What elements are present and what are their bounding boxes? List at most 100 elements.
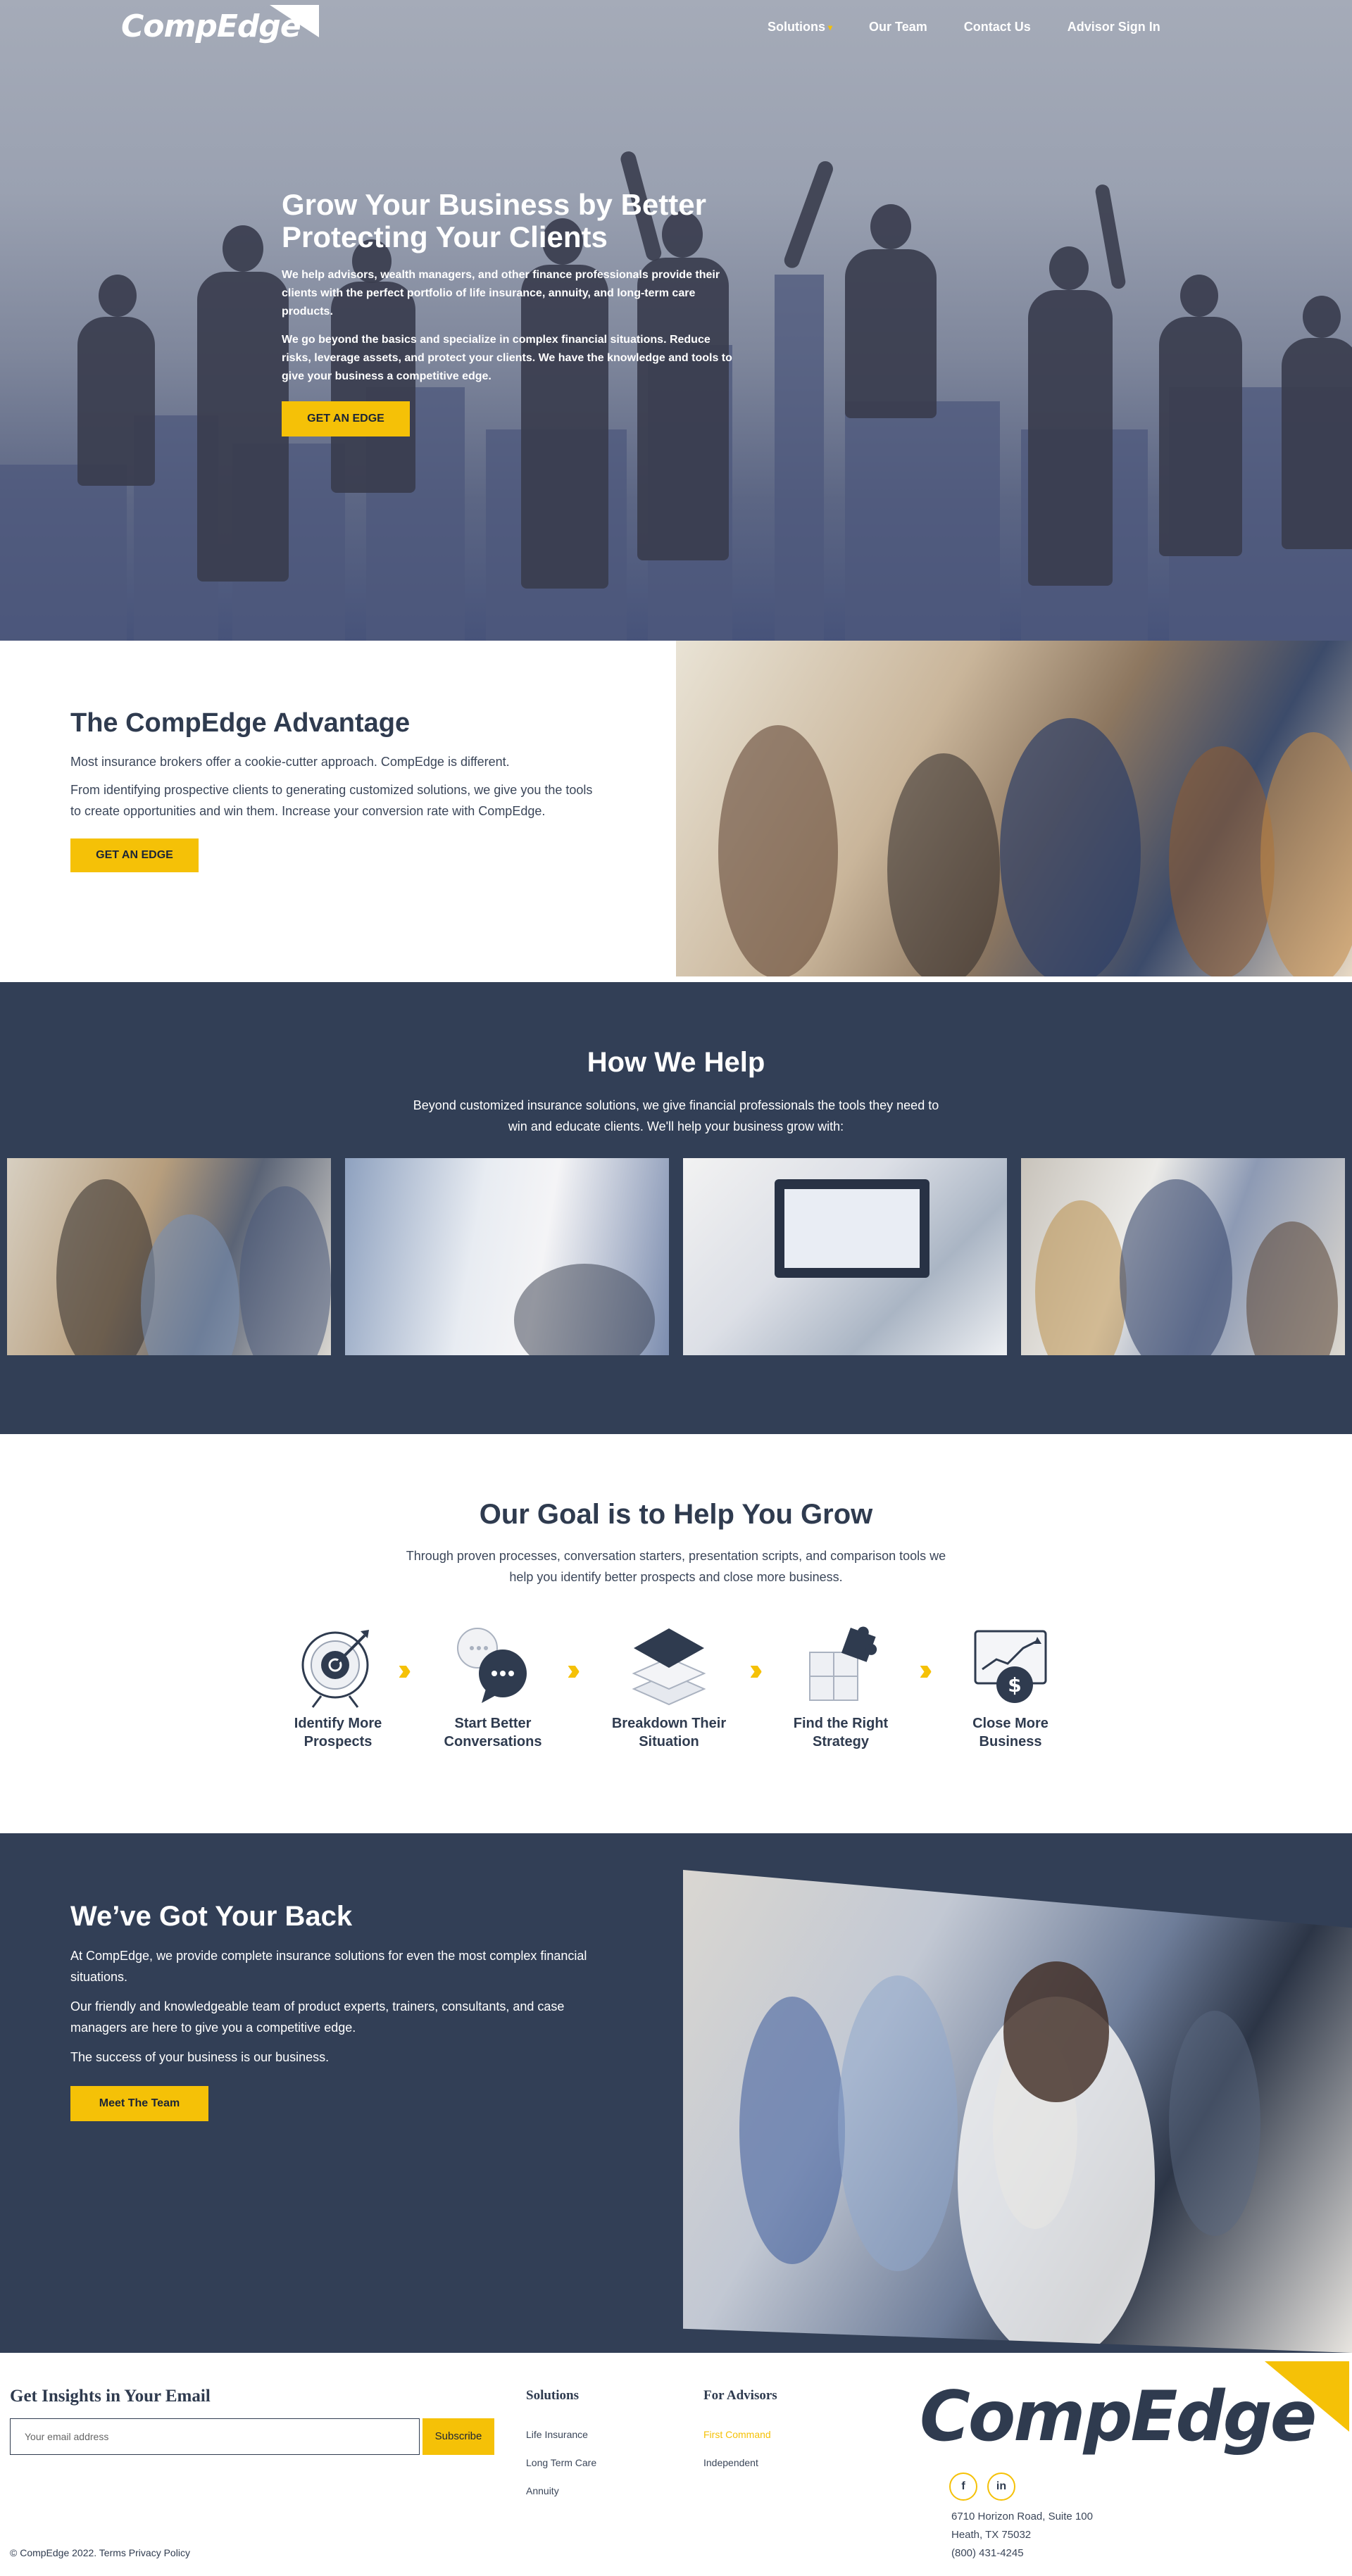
person-silhouette (870, 204, 911, 249)
phone-number[interactable]: (800) 431-4245 (951, 2547, 1024, 2559)
goal-subtitle: Through proven processes, conversation s… (406, 1549, 946, 1584)
chat-bubbles-icon (457, 1628, 527, 1703)
footer-link-annuity[interactable]: Annuity (526, 2485, 559, 2496)
team-meeting-photo (7, 1158, 331, 1355)
photo-figure (239, 1186, 331, 1355)
step-label: Identify More Prospects (294, 1716, 382, 1749)
photo-figure (739, 1997, 845, 2264)
photo-figure (838, 1975, 958, 2271)
step-strategy: Find the Right Strategy (770, 1624, 911, 1751)
step-close: $ Close More Business (940, 1624, 1081, 1751)
got-your-back-title: We’ve Got Your Back (70, 1901, 353, 1932)
footer-logo-wordmark: CompEdge (920, 2377, 1317, 2457)
email-field[interactable] (10, 2418, 420, 2455)
address-line-1: 6710 Horizon Road, Suite 100 (951, 2511, 1093, 2522)
facebook-icon[interactable]: f (949, 2473, 977, 2501)
site-footer: Get Insights in Your Email Subscribe © C… (0, 2353, 1352, 2576)
step-label: Breakdown Their Situation (611, 1716, 727, 1749)
goal-section: Our Goal is to Help You Grow Through pro… (0, 1434, 1352, 1833)
celebrating-office-photo (683, 1870, 1352, 2353)
how-we-help-section: How We Help Beyond customized insurance … (0, 982, 1352, 1434)
photo-figure (887, 753, 1000, 976)
photo-figure (141, 1214, 239, 1355)
logo-swoosh-icon (269, 4, 319, 37)
meet-the-team-button[interactable]: Meet The Team (70, 2086, 208, 2121)
nav-links: Solutions ▾ Our Team Contact Us Advisor … (768, 20, 1160, 34)
svg-text:$: $ (1008, 1673, 1021, 1697)
how-we-help-subtitle: Beyond customized insurance solutions, w… (413, 1098, 939, 1133)
get-an-edge-button[interactable]: GET AN EDGE (70, 838, 199, 872)
footer-logo[interactable]: CompEdge (920, 2361, 1349, 2460)
footer-link-first-command[interactable]: First Command (703, 2429, 771, 2440)
photo-figure (1169, 746, 1275, 976)
subscribe-button[interactable]: Subscribe (423, 2418, 494, 2455)
dollar-chart-icon: $ (974, 1630, 1047, 1703)
chevrons-right-icon: ›› (398, 1652, 412, 1687)
footer-solutions-title: Solutions (526, 2388, 579, 2403)
celebrating-team-photo (676, 641, 1352, 976)
footer-link-long-term-care[interactable]: Long Term Care (526, 2457, 596, 2468)
advantage-text: The CompEdge Advantage Most insurance br… (70, 708, 606, 872)
got-your-back-paragraph: The success of your business is our busi… (70, 2050, 330, 2064)
person-silhouette (1159, 317, 1242, 556)
newsletter-title: Get Insights in Your Email (10, 2387, 211, 2406)
skyline-building (845, 401, 1000, 641)
photo-figure (1035, 1200, 1127, 1355)
target-icon (301, 1630, 369, 1708)
site-logo[interactable]: CompEdge (121, 4, 319, 44)
person-silhouette (77, 317, 155, 486)
photo-figure (1120, 1179, 1232, 1355)
nav-solutions[interactable]: Solutions ▾ (768, 20, 832, 34)
person-silhouette (845, 249, 937, 418)
photo-figure (1169, 2011, 1260, 2236)
chevron-down-icon: ▾ (828, 22, 833, 32)
step-label: Start Better Conversations (444, 1716, 542, 1749)
person-silhouette (197, 272, 289, 582)
person-silhouette (223, 225, 263, 272)
address-line-2: Heath, TX 75032 (951, 2529, 1032, 2541)
person-silhouette (1303, 296, 1341, 338)
page: CompEdge Solutions ▾ Our Team Contact Us… (0, 0, 1352, 2576)
person-silhouette (99, 275, 137, 317)
got-your-back-text: We’ve Got Your Back At CompEdge, we prov… (70, 1901, 620, 2121)
person-silhouette (1282, 338, 1352, 549)
advantage-section: The CompEdge Advantage Most insurance br… (0, 641, 1352, 982)
chevrons-right-icon: ›› (749, 1652, 763, 1687)
nav-our-team[interactable]: Our Team (869, 20, 927, 34)
hero-section: CompEdge Solutions ▾ Our Team Contact Us… (0, 0, 1352, 641)
chevrons-right-icon: ›› (919, 1652, 933, 1687)
linkedin-icon[interactable]: in (987, 2473, 1015, 2501)
footer-advisors-title: For Advisors (703, 2388, 777, 2403)
process-steps: Identify More Prospects ›› Start Better … (268, 1624, 1084, 1786)
advantage-paragraph: Most insurance brokers offer a cookie-cu… (70, 755, 510, 769)
advisors-working-photo (1021, 1158, 1345, 1355)
photo-figure (1246, 1221, 1338, 1355)
how-we-help-title: How We Help (587, 1047, 765, 1078)
photo-figure (1260, 732, 1352, 976)
person-silhouette (1180, 275, 1218, 317)
get-an-edge-button[interactable]: GET AN EDGE (282, 401, 410, 436)
hero-paragraph: We help advisors, wealth managers, and o… (282, 269, 720, 318)
nav-advisor-sign-in[interactable]: Advisor Sign In (1068, 20, 1160, 34)
skyline-building (0, 465, 127, 641)
footer-link-independent[interactable]: Independent (703, 2457, 758, 2468)
layers-icon (632, 1628, 706, 1706)
footer-link-life-insurance[interactable]: Life Insurance (526, 2429, 588, 2440)
got-your-back-section: We’ve Got Your Back At CompEdge, we prov… (0, 1833, 1352, 2353)
advantage-paragraph: From identifying prospective clients to … (70, 783, 593, 818)
advantage-title: The CompEdge Advantage (70, 708, 411, 738)
person-silhouette (1049, 246, 1089, 290)
photo-figure (56, 1179, 155, 1355)
photo-figure (514, 1264, 655, 1355)
hero-paragraph: We go beyond the basics and specialize i… (282, 334, 732, 382)
step-conversations: Start Better Conversations (423, 1624, 563, 1751)
got-your-back-paragraph: At CompEdge, we provide complete insuran… (70, 1949, 587, 1984)
handshake-photo (345, 1158, 669, 1355)
photo-figure (718, 725, 838, 976)
person-silhouette (1094, 183, 1127, 290)
person-silhouette (782, 158, 836, 270)
goal-title: Our Goal is to Help You Grow (479, 1499, 873, 1530)
laptop-charts-photo (683, 1158, 1007, 1355)
skyline-building (775, 275, 824, 641)
nav-contact-us[interactable]: Contact Us (964, 20, 1031, 34)
